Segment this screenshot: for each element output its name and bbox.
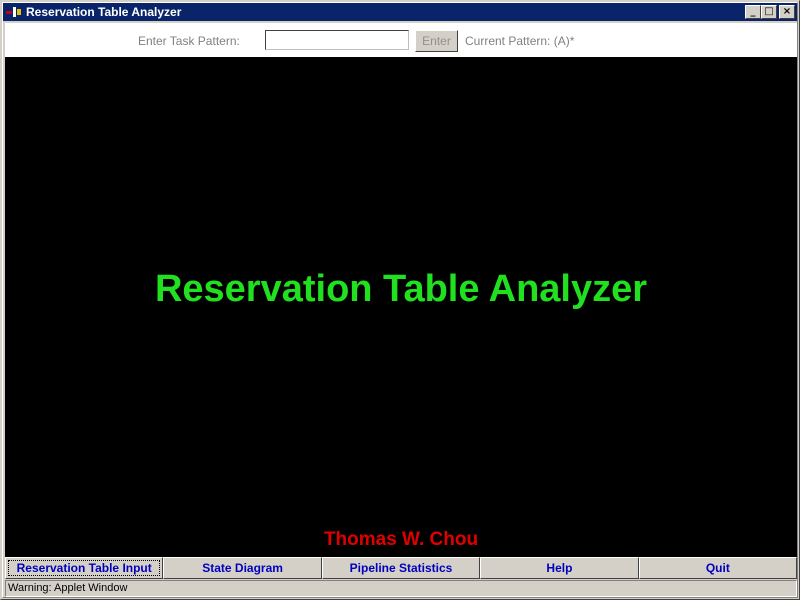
tab-state-diagram[interactable]: State Diagram <box>163 557 322 579</box>
task-pattern-bar: Enter Task Pattern: Enter Current Patter… <box>5 23 797 57</box>
title-bar[interactable]: Reservation Table Analyzer _ □ × <box>3 3 797 21</box>
window-title: Reservation Table Analyzer <box>26 5 182 19</box>
task-pattern-label: Enter Task Pattern: <box>138 34 240 48</box>
navigation-tabs: Reservation Table Input State Diagram Pi… <box>5 557 798 579</box>
java-applet-icon[interactable] <box>6 5 22 19</box>
tab-reservation-table-input[interactable]: Reservation Table Input <box>5 557 164 579</box>
task-pattern-input[interactable] <box>265 30 409 50</box>
display-canvas: Reservation Table Analyzer Thomas W. Cho… <box>5 57 797 557</box>
application-window: Reservation Table Analyzer _ □ × Enter T… <box>0 0 800 600</box>
enter-button[interactable]: Enter <box>415 30 458 52</box>
applet-warning-status: Warning: Applet Window <box>5 580 797 597</box>
tab-quit[interactable]: Quit <box>638 557 798 579</box>
tab-help[interactable]: Help <box>480 557 639 579</box>
splash-title: Reservation Table Analyzer <box>154 268 648 310</box>
author-name: Thomas W. Chou <box>323 529 479 550</box>
tab-pipeline-statistics[interactable]: Pipeline Statistics <box>321 557 481 579</box>
window-controls: _ □ × <box>745 5 795 19</box>
minimize-button[interactable]: _ <box>745 5 761 19</box>
maximize-button[interactable]: □ <box>761 5 777 19</box>
close-button[interactable]: × <box>779 5 795 19</box>
current-pattern-text: Current Pattern: (A)* <box>465 34 575 48</box>
